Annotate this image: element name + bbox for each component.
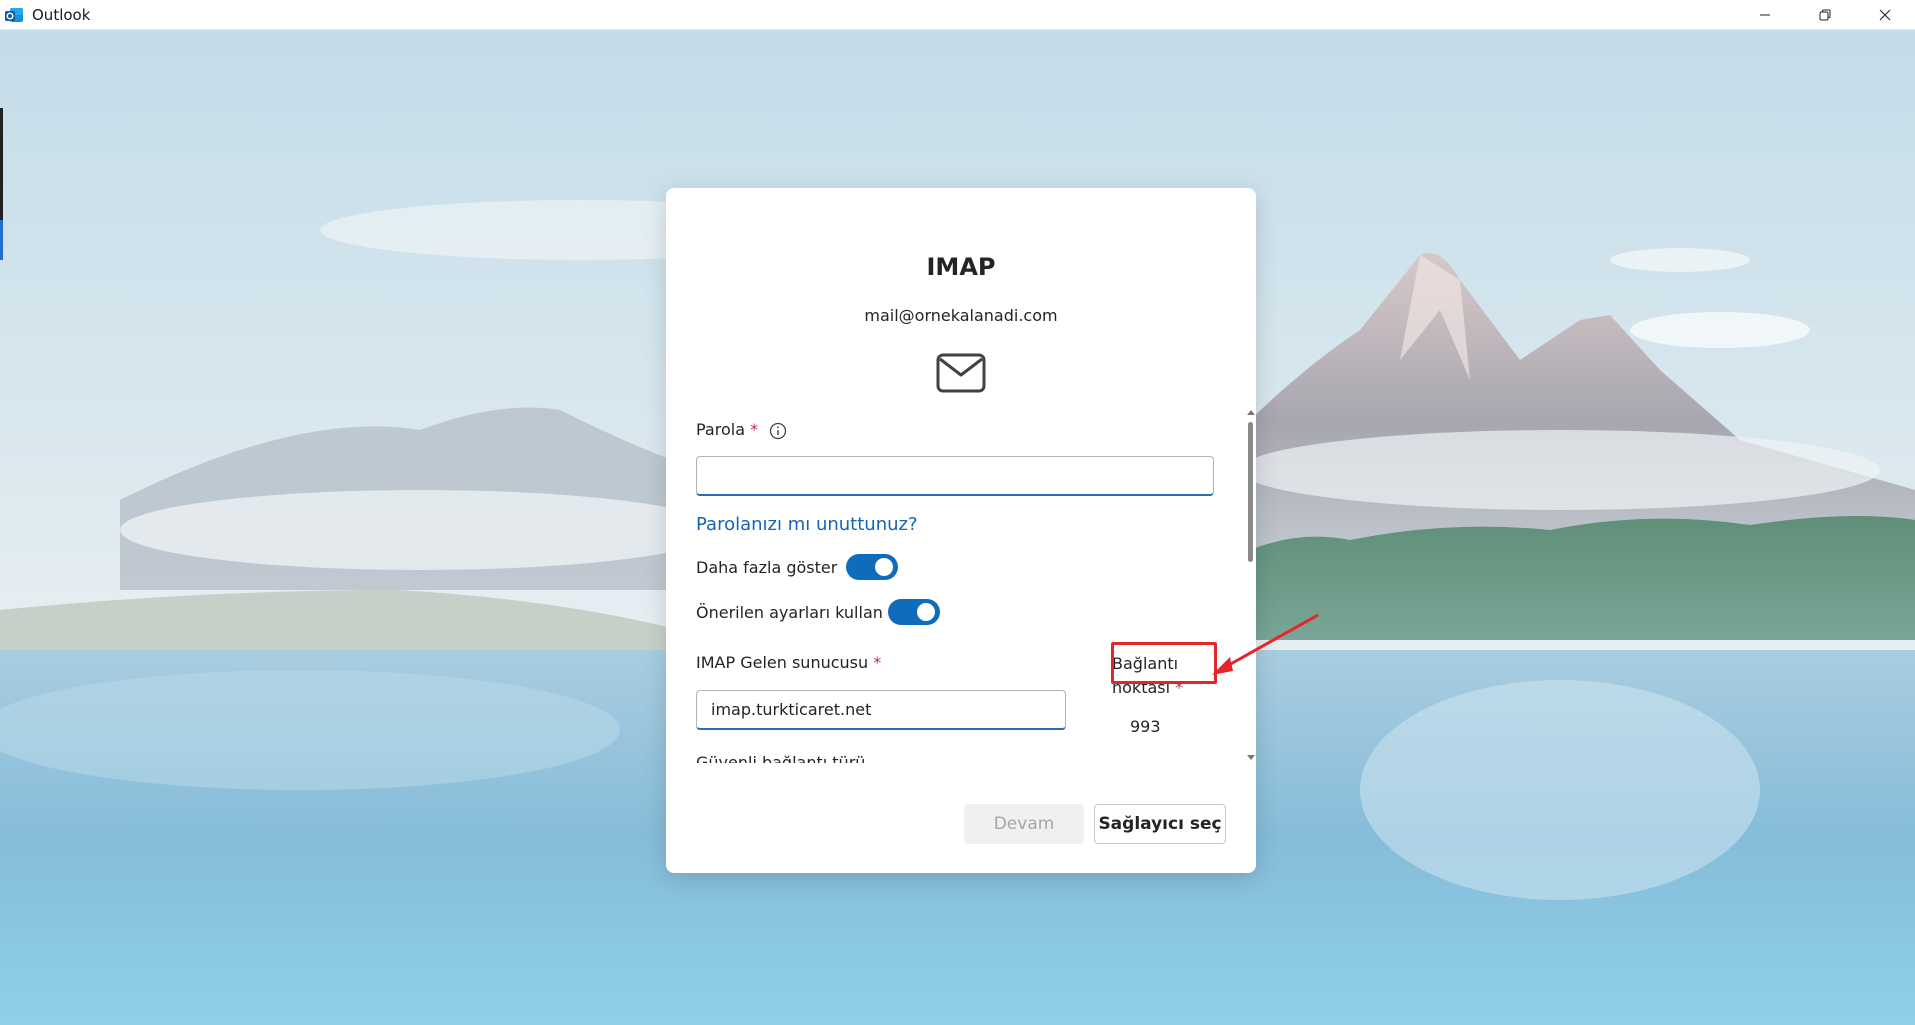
password-input[interactable] xyxy=(696,456,1214,496)
port-input[interactable] xyxy=(1114,708,1214,744)
scroll-down-arrow-icon[interactable] xyxy=(1247,755,1255,760)
dialog-scrollbar[interactable] xyxy=(1246,410,1256,760)
restore-button[interactable] xyxy=(1795,0,1855,30)
account-email: mail@ornekalanadi.com xyxy=(864,306,1058,325)
toggle-knob xyxy=(875,558,893,576)
use-recommended-label: Önerilen ayarları kullan xyxy=(696,603,883,622)
dialog-title: IMAP xyxy=(926,253,996,281)
scroll-up-arrow-icon[interactable] xyxy=(1247,410,1255,415)
use-recommended-toggle[interactable] xyxy=(888,599,940,625)
continue-button[interactable]: Devam xyxy=(964,804,1084,844)
restore-icon xyxy=(1819,9,1831,21)
choose-provider-button[interactable]: Sağlayıcı seç xyxy=(1094,804,1226,844)
forgot-password-link[interactable]: Parolanızı mı unuttunuz? xyxy=(696,514,918,535)
scroll-thumb[interactable] xyxy=(1248,422,1253,562)
mail-envelope-icon xyxy=(936,353,986,393)
minimize-button[interactable] xyxy=(1735,0,1795,30)
title-bar: Outlook xyxy=(0,0,1915,30)
show-more-toggle[interactable] xyxy=(846,554,898,580)
window-controls xyxy=(1735,0,1915,30)
minimize-icon xyxy=(1760,14,1770,16)
password-label: Parola * xyxy=(696,420,787,440)
info-icon[interactable] xyxy=(769,422,787,440)
close-button[interactable] xyxy=(1855,0,1915,30)
show-more-label: Daha fazla göster xyxy=(696,558,838,577)
imap-server-input[interactable] xyxy=(696,690,1066,730)
outlook-app-icon xyxy=(5,7,23,22)
annotation-arrow xyxy=(1212,613,1319,675)
settings-scroll-area[interactable]: Parola * Parolanızı mı unuttunuz? Daha f… xyxy=(666,408,1256,763)
window-title: Outlook xyxy=(32,5,91,24)
imap-setup-dialog: IMAP mail@ornekalanadi.com Parola * Paro… xyxy=(666,188,1256,873)
left-window-accent xyxy=(0,220,3,260)
secure-connection-label: Güvenli bağlantı türü xyxy=(696,753,866,763)
left-window-edge xyxy=(0,108,3,220)
close-icon xyxy=(1879,9,1891,21)
imap-server-label: IMAP Gelen sunucusu * xyxy=(696,653,882,672)
toggle-knob xyxy=(917,603,935,621)
